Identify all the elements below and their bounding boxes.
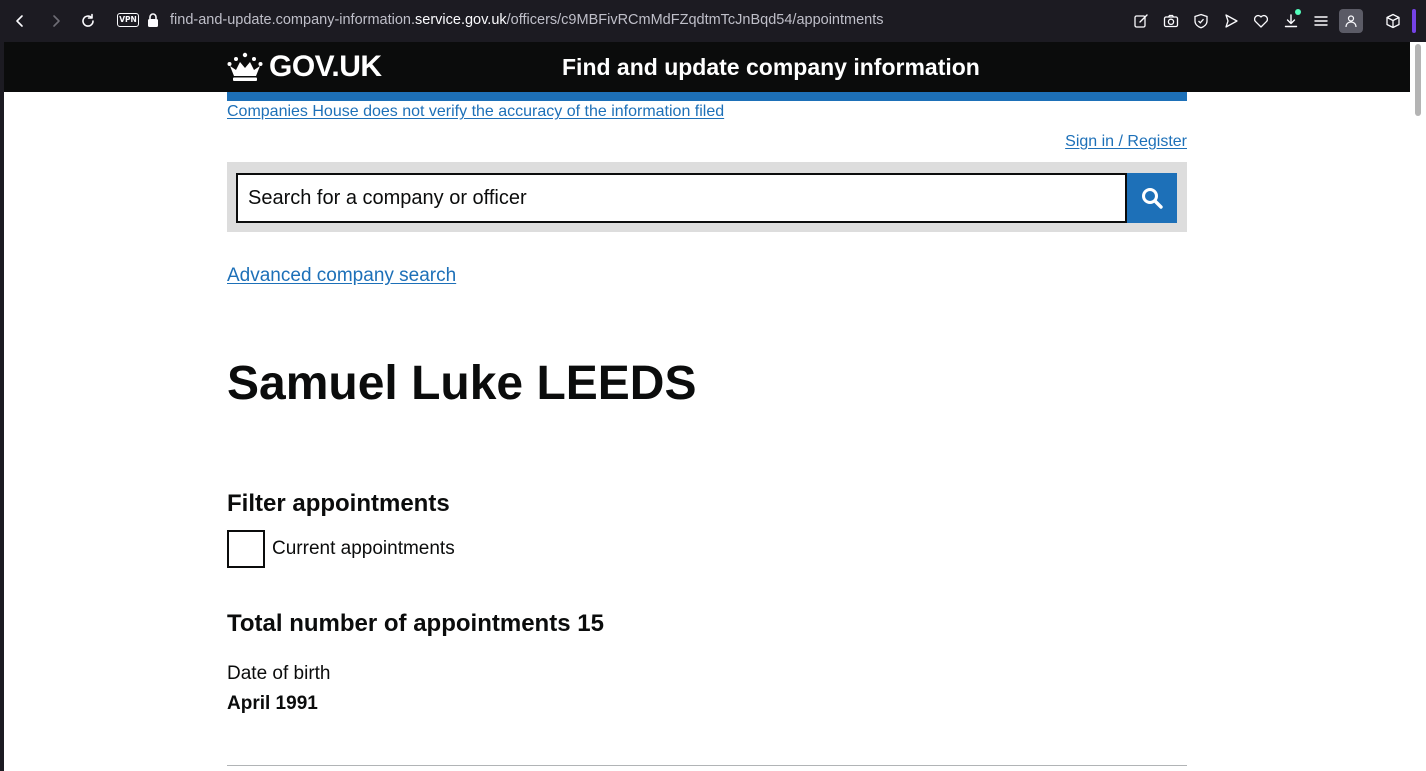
current-appointments-label[interactable]: Current appointments [272,537,455,561]
current-appointments-checkbox[interactable] [227,530,265,568]
box-icon[interactable] [1383,11,1403,31]
dob-value: April 1991 [227,693,318,714]
send-icon[interactable] [1221,11,1241,31]
search-icon [1142,188,1163,209]
officer-name: Samuel Luke LEEDS [227,357,697,410]
scrollbar-thumb[interactable] [1415,44,1421,116]
search-button[interactable] [1127,173,1177,223]
search-input[interactable] [236,173,1127,223]
advanced-search-link[interactable]: Advanced company search [227,264,456,288]
disclaimer-link[interactable]: Companies House does not verify the accu… [227,102,724,122]
dob-label: Date of birth [227,663,331,684]
browser-toolbar: VPN find-and-update.company-information.… [0,0,1426,42]
search-panel [227,162,1187,232]
download-indicator [1295,9,1301,15]
page-scrollbar[interactable] [1410,42,1426,771]
camera-icon[interactable] [1161,11,1181,31]
url-prefix: find-and-update.company-information. [170,12,416,28]
url-path: /officers/c9MBFivRCmMdFZqdtmTcJnBqd54/ap… [506,12,884,28]
section-divider [227,765,1187,766]
back-icon[interactable] [8,9,32,33]
heart-icon[interactable] [1251,11,1271,31]
url-bar[interactable]: find-and-update.company-information.serv… [170,12,884,28]
page-viewport: GOV.UK Find and update company informati… [4,42,1410,771]
edit-icon[interactable] [1131,11,1151,31]
sign-in-link[interactable]: Sign in / Register [1065,132,1187,152]
total-appointments-heading: Total number of appointments 15 [227,610,604,637]
govuk-logo-text[interactable]: GOV.UK [269,49,382,85]
crown-icon[interactable] [226,52,264,82]
reload-icon[interactable] [76,9,100,33]
lock-icon[interactable] [147,13,159,28]
service-name[interactable]: Find and update company information [562,53,980,81]
header-blue-bar [227,92,1187,101]
vpn-badge[interactable]: VPN [117,13,139,27]
filter-heading: Filter appointments [227,490,450,517]
sidebar-accent [1412,9,1416,33]
url-host: service.gov.uk [415,12,507,28]
menu-icon[interactable] [1311,11,1331,31]
profile-icon[interactable] [1339,9,1363,33]
gov-header: GOV.UK Find and update company informati… [4,42,1410,92]
forward-icon[interactable] [44,9,68,33]
shield-icon[interactable] [1191,11,1211,31]
